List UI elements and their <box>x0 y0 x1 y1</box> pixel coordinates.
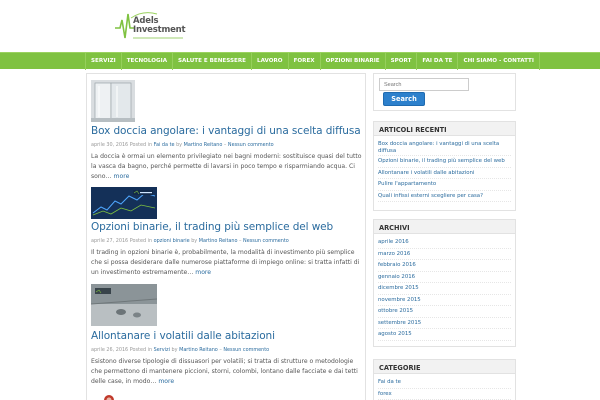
post-thumbnail-apartment[interactable] <box>91 390 135 400</box>
nav-item-fai-da-te[interactable]: FAI DA TE <box>417 53 459 70</box>
post-author-link[interactable]: Martino Reitano <box>184 142 223 148</box>
post-excerpt: La doccia è ormai un elemento privilegia… <box>91 152 363 182</box>
nav-item-salute-e-benessere[interactable]: SALUTE E BENESSERE <box>173 53 252 70</box>
post-thumbnail-shower[interactable] <box>91 80 135 122</box>
archive-link[interactable]: marzo 2016 <box>378 249 511 260</box>
nav-item-lavoro[interactable]: LAVORO <box>252 53 289 70</box>
post-date: aprile 27, 2016 <box>91 238 129 244</box>
nav-item-forex[interactable]: FOREX <box>289 53 321 70</box>
widget-title: ARTICOLI RECENTI <box>374 122 515 136</box>
archives-list: aprile 2016 marzo 2016 febbraio 2016 gen… <box>374 234 515 341</box>
post-excerpt-text: Esistono diverse tipologie di dissuasori… <box>91 358 358 385</box>
recent-post-link[interactable]: Quali infissi esterni scegliere per casa… <box>378 191 511 202</box>
post-category-link[interactable]: opzioni binarie <box>154 238 190 244</box>
post-title[interactable]: Opzioni binarie, il trading più semplice… <box>91 221 333 233</box>
post-thumbnail-trading[interactable] <box>91 187 157 219</box>
archives-widget: ARCHIVI aprile 2016 marzo 2016 febbraio … <box>373 219 516 347</box>
post-date: aprile 30, 2016 <box>91 142 129 148</box>
recent-post-link[interactable]: Box doccia angolare: i vantaggi di una s… <box>378 139 511 156</box>
post-excerpt-text: Il trading in opzioni binarie è, probabi… <box>91 249 360 276</box>
post-item: Opzioni binarie, il trading più semplice… <box>91 187 361 285</box>
nav-item-sport[interactable]: SPORT <box>386 53 418 70</box>
archive-link[interactable]: gennaio 2016 <box>378 272 511 283</box>
recent-post-link[interactable]: Opzioni binarie, il trading più semplice… <box>378 156 511 168</box>
widget-title: ARCHIVI <box>374 220 515 234</box>
content-area: Box doccia angolare: i vantaggi di una s… <box>86 73 366 400</box>
read-more-link[interactable]: more <box>158 378 174 385</box>
recent-post-link[interactable]: Allontanare i volatili dalle abitazioni <box>378 168 511 179</box>
post-meta-separator: – <box>219 347 222 353</box>
nav-item-tecnologia[interactable]: TECNOLOGIA <box>122 53 174 70</box>
post-comments-link[interactable]: Nessun commento <box>223 347 269 353</box>
post-category-link[interactable]: Fai da te <box>154 142 175 148</box>
main-navigation: SERVIZI TECNOLOGIA SALUTE E BENESSERE LA… <box>0 52 600 70</box>
categories-widget: CATEGORIE Fai da te forex <box>373 359 516 400</box>
recent-posts-widget: ARTICOLI RECENTI Box doccia angolare: i … <box>373 121 516 211</box>
post-author-link[interactable]: Martino Reitano <box>199 238 238 244</box>
post-title[interactable]: Box doccia angolare: i vantaggi di una s… <box>91 125 361 137</box>
search-input[interactable] <box>379 78 469 91</box>
post-meta-by: by <box>191 238 198 244</box>
post-date: aprile 26, 2016 <box>91 347 129 353</box>
search-widget: Search <box>373 73 516 111</box>
archive-link[interactable]: novembre 2015 <box>378 295 511 306</box>
post-comments-link[interactable]: Nessun commento <box>243 238 289 244</box>
post-excerpt: Il trading in opzioni binarie è, probabi… <box>91 248 363 278</box>
nav-item-opzioni-binarie[interactable]: OPZIONI BINARIE <box>321 53 386 70</box>
post-item <box>91 390 361 400</box>
nav-item-chi-siamo-contatti[interactable]: CHI SIAMO - CONTATTI <box>458 53 540 70</box>
archive-link[interactable]: febbraio 2016 <box>378 260 511 272</box>
post-excerpt: Esistono diverse tipologie di dissuasori… <box>91 357 363 387</box>
archive-link[interactable]: dicembre 2015 <box>378 283 511 295</box>
post-author-link[interactable]: Martino Reitano <box>179 347 218 353</box>
site-logo[interactable]: Adels Investment <box>113 8 193 42</box>
archive-link[interactable]: settembre 2015 <box>378 318 511 329</box>
post-meta: aprile 27, 2016 Posted in opzioni binari… <box>91 238 289 244</box>
category-link[interactable]: forex <box>378 389 511 400</box>
categories-list: Fai da te forex <box>374 374 515 400</box>
post-title[interactable]: Allontanare i volatili dalle abitazioni <box>91 330 275 342</box>
post-meta-posted: Posted in <box>129 238 153 244</box>
post-meta-by: by <box>171 347 178 353</box>
search-button[interactable]: Search <box>383 92 425 106</box>
archive-link[interactable]: aprile 2016 <box>378 237 511 249</box>
nav-item-servizi[interactable]: SERVIZI <box>85 53 122 70</box>
category-link[interactable]: Fai da te <box>378 377 511 389</box>
post-meta-posted: Posted in <box>129 347 153 353</box>
post-excerpt-text: La doccia è ormai un elemento privilegia… <box>91 153 362 180</box>
post-item: Box doccia angolare: i vantaggi di una s… <box>91 80 361 185</box>
post-meta: aprile 30, 2016 Posted in Fai da te by M… <box>91 142 274 148</box>
post-meta: aprile 26, 2016 Posted in Servizi by Mar… <box>91 347 269 353</box>
archive-link[interactable]: ottobre 2015 <box>378 306 511 318</box>
site-header: Adels Investment <box>0 0 600 52</box>
post-meta-separator: – <box>223 142 227 148</box>
post-meta-by: by <box>176 142 183 148</box>
archive-link[interactable]: agosto 2015 <box>378 329 511 341</box>
read-more-link[interactable]: more <box>114 173 130 180</box>
post-meta-separator: – <box>239 238 242 244</box>
logo-text-line2: Investment <box>133 25 186 35</box>
post-item: Allontanare i volatili dalle abitazioni … <box>90 284 363 396</box>
post-thumbnail-birds[interactable] <box>90 284 158 326</box>
post-category-link[interactable]: Servizi <box>154 347 170 353</box>
post-comments-link[interactable]: Nessun commento <box>228 142 274 148</box>
recent-post-link[interactable]: Pulire l'appartamento <box>378 179 511 191</box>
read-more-link[interactable]: more <box>195 269 211 276</box>
widget-title: CATEGORIE <box>374 360 515 374</box>
recent-posts-list: Box doccia angolare: i vantaggi di una s… <box>374 136 515 202</box>
post-meta-posted: Posted in <box>129 142 153 148</box>
